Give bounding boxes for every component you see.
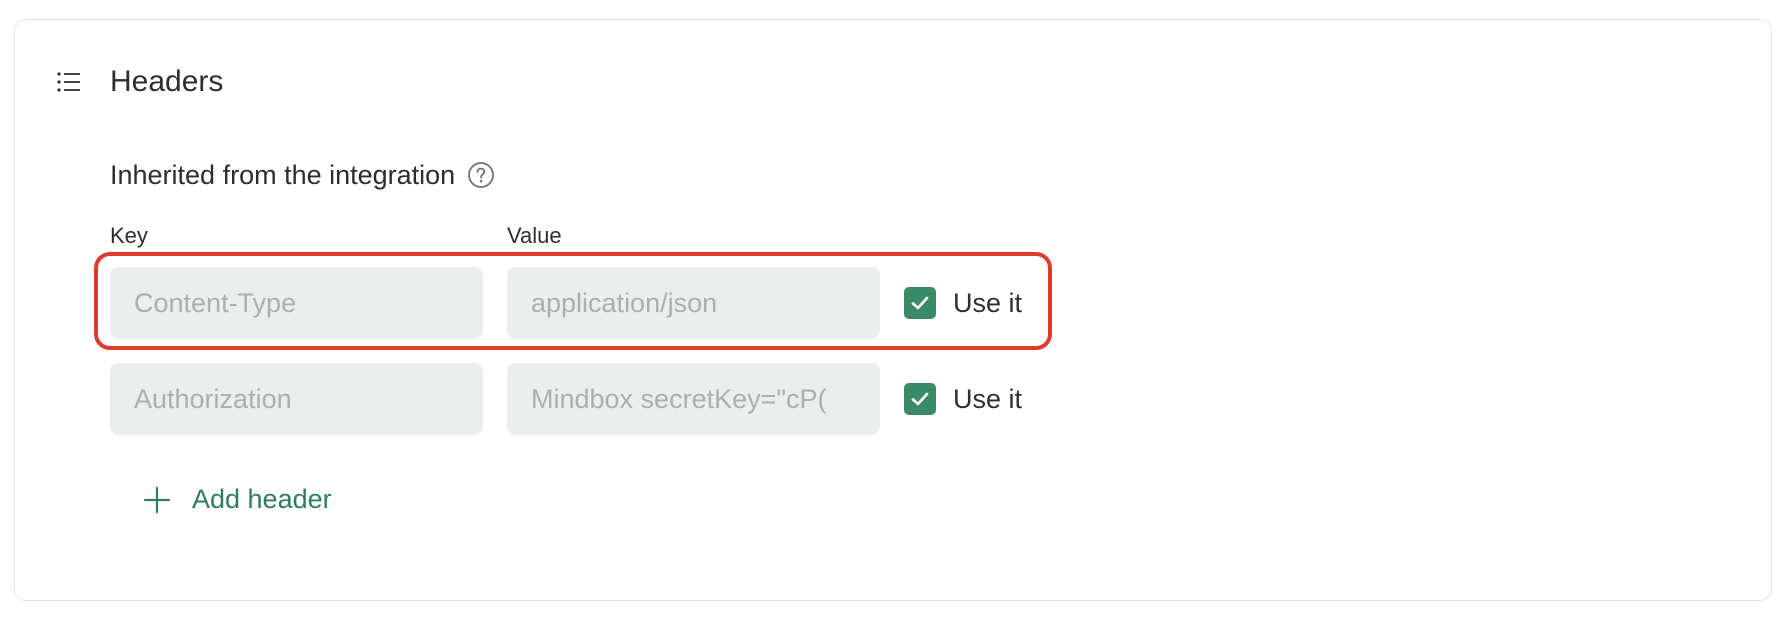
add-header-button[interactable]: Add header (142, 484, 332, 515)
header-key-field[interactable]: Authorization (110, 363, 483, 435)
column-label-value: Value (507, 223, 562, 248)
add-header-label: Add header (192, 484, 332, 514)
section-title: Headers (110, 65, 224, 98)
use-it-checkbox[interactable] (904, 287, 936, 319)
check-icon (911, 296, 929, 310)
header-key-field[interactable]: Content-Type (110, 267, 483, 339)
use-it-label: Use it (953, 383, 1023, 414)
use-it-label: Use it (953, 287, 1023, 318)
header-value-field[interactable]: application/json (507, 267, 880, 339)
section-header (56, 64, 82, 100)
column-label-key: Key (110, 223, 148, 248)
inherited-heading: Inherited from the integration (110, 157, 495, 193)
inherited-heading-text: Inherited from the integration (110, 160, 456, 190)
plus-icon (142, 485, 172, 515)
use-it-toggle[interactable]: Use it (904, 363, 1022, 435)
use-it-toggle[interactable]: Use it (904, 267, 1022, 339)
list-icon (56, 69, 82, 95)
check-icon (911, 392, 929, 406)
use-it-checkbox[interactable] (904, 383, 936, 415)
header-value-field[interactable]: Mindbox secretKey="cP( (507, 363, 880, 435)
help-circle-icon[interactable] (467, 161, 495, 189)
